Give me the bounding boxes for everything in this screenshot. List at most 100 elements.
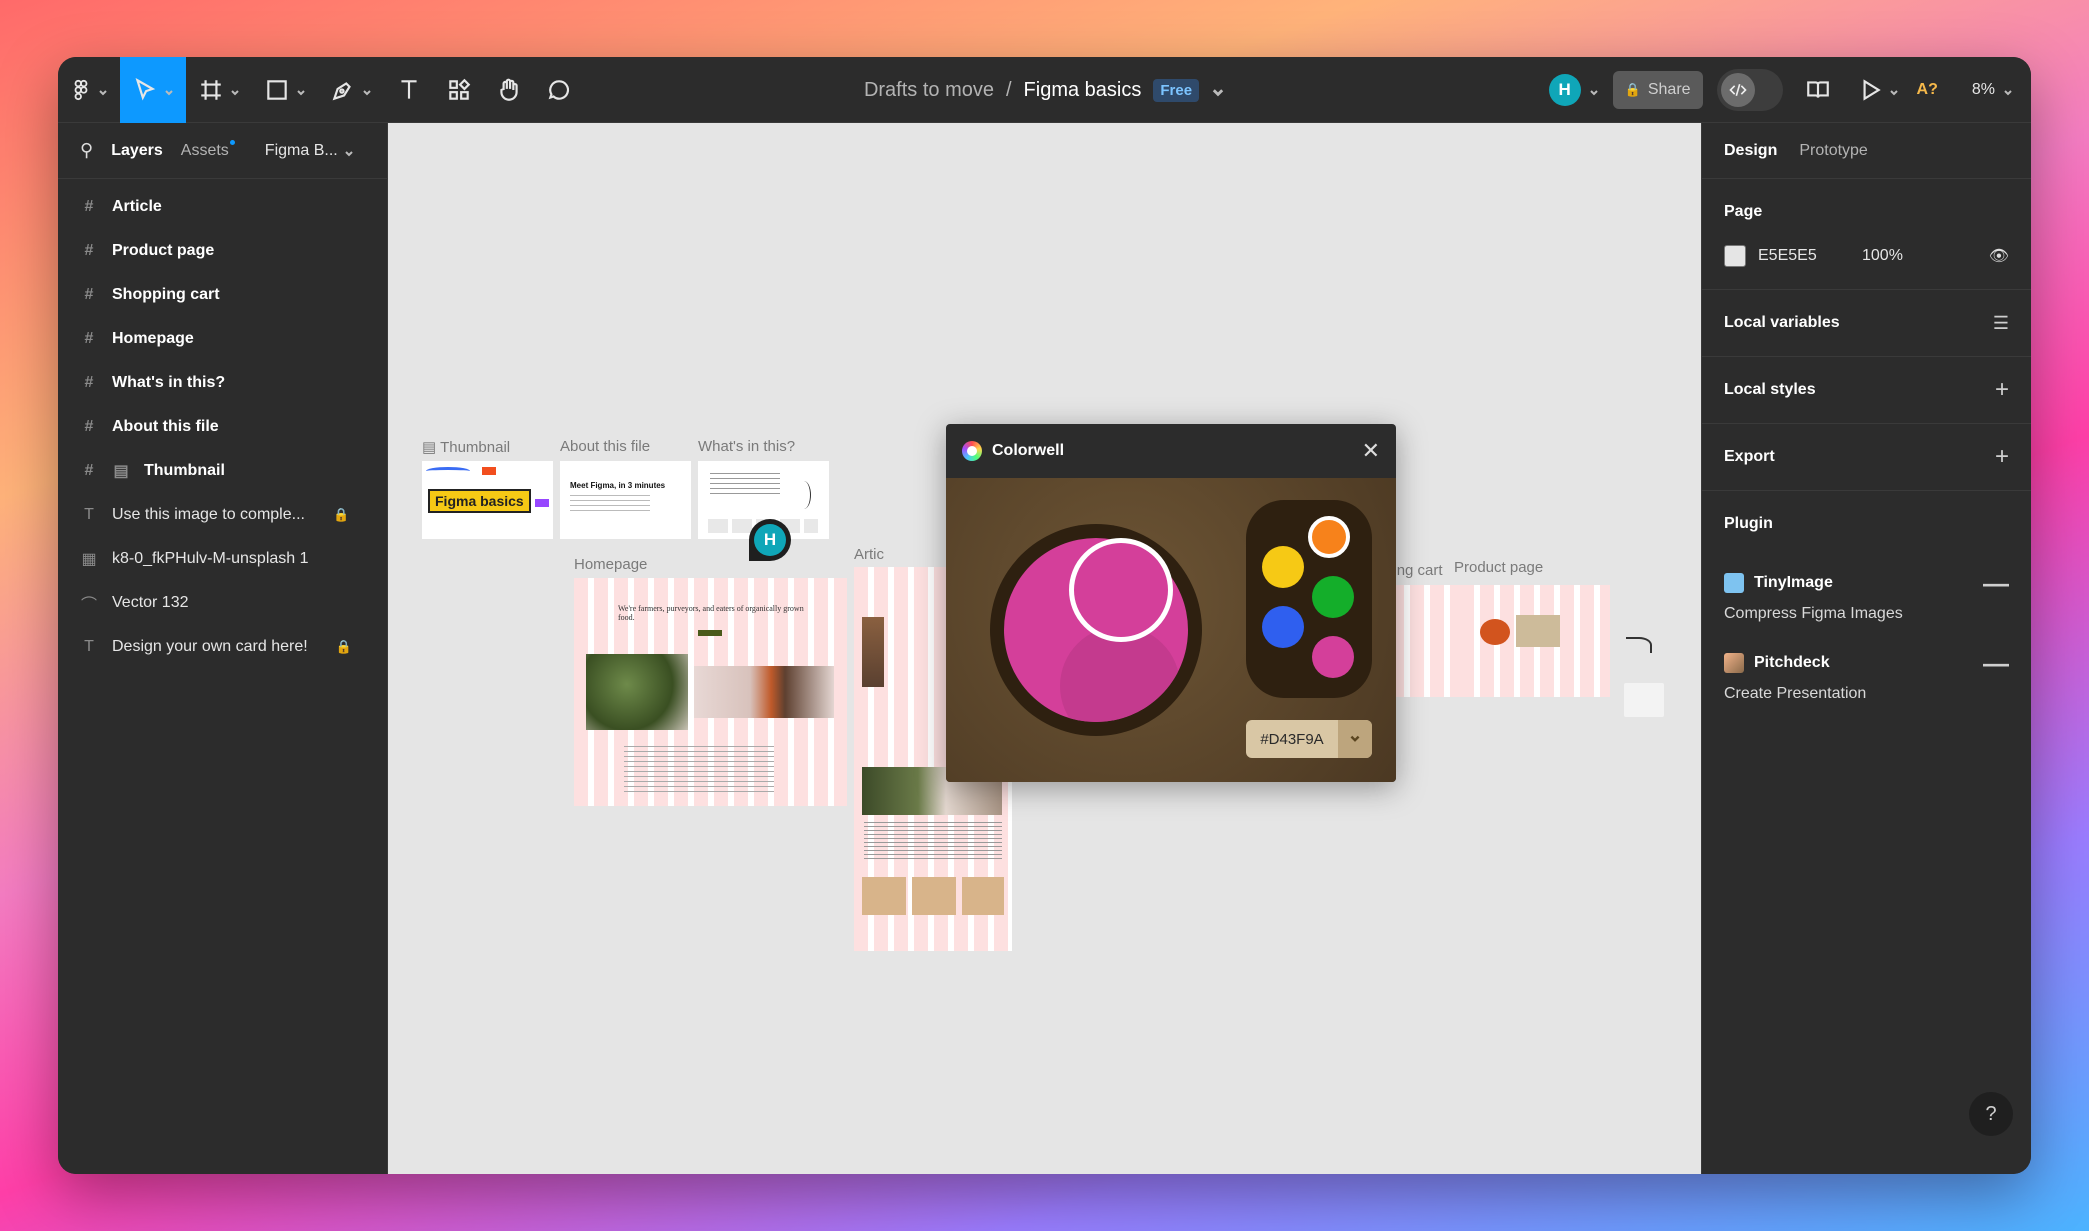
- tab-design[interactable]: Design: [1724, 142, 1777, 160]
- help-button[interactable]: ?: [1969, 1092, 2013, 1136]
- about-body-lines: [570, 495, 650, 513]
- multiplayer-avatars[interactable]: H: [1548, 74, 1599, 106]
- frame-label-about[interactable]: About this file: [560, 438, 650, 455]
- notification-dot: [229, 139, 235, 145]
- frame-product-page[interactable]: [1460, 585, 1610, 697]
- hex-value-dropdown[interactable]: #D43F9A: [1246, 720, 1372, 758]
- frame-label-article[interactable]: Artic: [854, 546, 884, 563]
- close-icon[interactable]: ✕: [1362, 438, 1380, 464]
- frame-tool-button[interactable]: [186, 57, 252, 123]
- lock-icon[interactable]: 🔒: [333, 507, 349, 523]
- move-tool-button[interactable]: [120, 57, 186, 123]
- resources-tool-button[interactable]: [434, 57, 484, 123]
- tab-layers[interactable]: Layers: [111, 142, 163, 160]
- frame-label-thumbnail[interactable]: ▤ Thumbnail: [422, 438, 510, 456]
- layer-image-unsplash[interactable]: ▦ k8-0_fkPHulv-M-unsplash 1: [58, 537, 387, 581]
- present-button[interactable]: [1853, 57, 1903, 123]
- layer-label: Homepage: [112, 330, 194, 347]
- design-canvas[interactable]: ▤ Thumbnail Figma basics About this file…: [388, 123, 1701, 1174]
- plugin-item-tinyimage[interactable]: TinyImage — Compress Figma Images: [1724, 557, 2009, 637]
- page-selector[interactable]: Figma B...: [265, 142, 354, 160]
- homepage-button: [698, 630, 722, 636]
- file-name[interactable]: Figma basics: [1024, 79, 1142, 102]
- tab-prototype[interactable]: Prototype: [1799, 142, 1867, 160]
- code-icon: [1720, 73, 1755, 107]
- dev-mode-toggle[interactable]: [1716, 69, 1783, 111]
- frame-label-whats-in[interactable]: What's in this?: [698, 438, 795, 455]
- layers-list: # Article # Product page # Shopping cart # H…: [58, 179, 387, 669]
- export-title: Export: [1724, 448, 1775, 465]
- search-icon[interactable]: ⚲: [80, 140, 93, 161]
- vector-curve[interactable]: [1626, 637, 1652, 653]
- homepage-image-produce: [694, 666, 834, 718]
- share-button[interactable]: 🔒 Share: [1612, 71, 1703, 109]
- product-image-2: [1516, 615, 1560, 647]
- layer-label: Use this image to comple...: [112, 506, 305, 523]
- layer-about-this-file[interactable]: # About this file: [58, 405, 387, 449]
- plugin-name: TinyImage: [1754, 574, 1833, 591]
- plus-icon[interactable]: +: [1995, 443, 2009, 471]
- page-section: Page E5E5E5 100% 👁: [1702, 179, 2031, 290]
- layer-label: Product page: [112, 242, 215, 259]
- plus-icon[interactable]: +: [1995, 376, 2009, 404]
- colorwell-plugin-window: Colorwell ✕ #D43F9A: [946, 424, 1396, 782]
- plugin-action[interactable]: Compress Figma Images: [1724, 605, 2009, 623]
- text-tool-button[interactable]: [384, 57, 434, 123]
- frame-label-homepage[interactable]: Homepage: [574, 556, 647, 573]
- chevron-down-icon: [362, 85, 372, 95]
- thumbnail-title-card: Figma basics: [428, 489, 531, 513]
- avatar: H: [1548, 74, 1581, 106]
- font-warning-indicator[interactable]: A?: [1917, 81, 1938, 99]
- layer-shopping-cart[interactable]: # Shopping cart: [58, 273, 387, 317]
- selected-color-indicator[interactable]: [1069, 538, 1173, 642]
- sliders-icon[interactable]: ☰: [1993, 313, 2009, 334]
- toolbar: Drafts to move / Figma basics Free H 🔒 S…: [58, 57, 2031, 123]
- thumbnail-shape-purple: [535, 499, 549, 507]
- frame-thumbnail[interactable]: Figma basics: [422, 461, 553, 539]
- pen-tool-button[interactable]: [318, 57, 384, 123]
- plugin-item-pitchdeck[interactable]: Pitchdeck — Create Presentation: [1724, 637, 2009, 717]
- hand-tool-button[interactable]: [484, 57, 534, 123]
- plugin-action[interactable]: Create Presentation: [1724, 685, 2009, 703]
- main-menu-button[interactable]: [58, 57, 120, 123]
- layer-text-design-card[interactable]: T Design your own card here! 🔒: [58, 625, 387, 669]
- frame-about-this-file[interactable]: Meet Figma, in 3 minutes: [560, 461, 691, 539]
- product-image-tomato: [1480, 619, 1510, 645]
- help-label: ?: [1985, 1102, 1997, 1125]
- zoom-dropdown[interactable]: 8%: [1972, 81, 2013, 99]
- layer-thumbnail[interactable]: # ▤ Thumbnail: [58, 449, 387, 493]
- layer-homepage[interactable]: # Homepage: [58, 317, 387, 361]
- toolbar-right: H 🔒 Share A? 8%: [1548, 57, 2013, 123]
- minus-icon[interactable]: —: [1983, 570, 2009, 596]
- plan-badge: Free: [1153, 78, 1200, 102]
- minus-icon[interactable]: —: [1983, 650, 2009, 676]
- local-variables-section: Local variables ☰: [1702, 290, 2031, 357]
- layer-article[interactable]: # Article: [58, 185, 387, 229]
- page-color-swatch[interactable]: [1724, 245, 1746, 267]
- tinyimage-icon: [1724, 573, 1744, 593]
- frame-homepage[interactable]: We're farmers, purveyors, and eaters of …: [574, 578, 847, 806]
- file-menu-chevron-icon[interactable]: [1211, 83, 1225, 97]
- palette-color-orange[interactable]: [1308, 516, 1350, 558]
- eye-icon[interactable]: 👁: [1989, 246, 2009, 266]
- layer-product-page[interactable]: # Product page: [58, 229, 387, 273]
- palette-color-green[interactable]: [1312, 576, 1354, 618]
- small-image-element[interactable]: [1624, 683, 1664, 717]
- comment-tool-button[interactable]: [534, 57, 584, 123]
- layer-vector-132[interactable]: ⌒ Vector 132: [58, 581, 387, 625]
- frame-icon: #: [84, 462, 94, 479]
- palette-color-yellow[interactable]: [1262, 546, 1304, 588]
- library-button[interactable]: [1797, 57, 1839, 123]
- breadcrumb-project[interactable]: Drafts to move: [864, 79, 994, 102]
- lock-icon[interactable]: 🔒: [336, 639, 352, 655]
- page-color-value[interactable]: E5E5E5: [1758, 247, 1850, 265]
- shape-tool-button[interactable]: [252, 57, 318, 123]
- frame-label-product-page[interactable]: Product page: [1454, 559, 1543, 576]
- palette-color-blue[interactable]: [1262, 606, 1304, 648]
- frame-icon: #: [84, 242, 94, 259]
- layer-whats-in-this[interactable]: # What's in this?: [58, 361, 387, 405]
- tab-assets[interactable]: Assets: [181, 139, 235, 160]
- page-opacity-value[interactable]: 100%: [1862, 247, 1903, 265]
- palette-color-pink[interactable]: [1312, 636, 1354, 678]
- layer-text-use-image[interactable]: T Use this image to comple... 🔒: [58, 493, 387, 537]
